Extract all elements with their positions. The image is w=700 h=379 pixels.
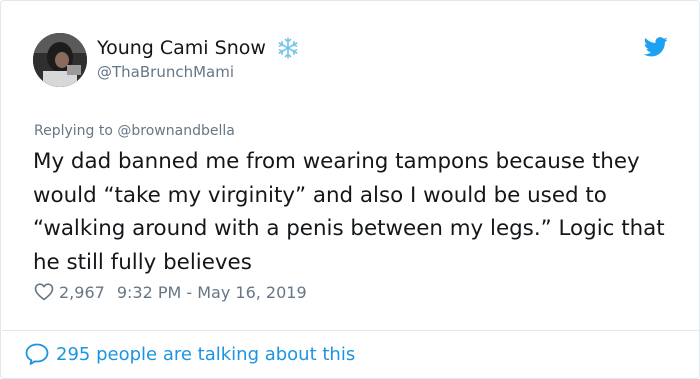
heart-icon[interactable] (34, 282, 54, 302)
twitter-bird-icon[interactable] (643, 37, 668, 57)
tweet-meta: 2,967 9:32 PM - May 16, 2019 (34, 282, 307, 302)
speech-bubble-icon (24, 342, 50, 366)
avatar[interactable] (33, 33, 87, 87)
divider (2, 330, 700, 331)
talking-about-link[interactable]: 295 people are talking about this (24, 342, 355, 366)
timestamp[interactable]: 9:32 PM - May 16, 2019 (117, 283, 307, 302)
replying-to: Replying to @brownandbella (34, 123, 235, 139)
display-name[interactable]: Young Cami Snow (97, 37, 266, 59)
user-handle[interactable]: @ThaBrunchMami (97, 63, 234, 81)
tweet-card: Young Cami Snow @ThaBrunchMami Replying … (0, 0, 700, 379)
like-count[interactable]: 2,967 (59, 283, 105, 302)
replying-to-handle[interactable]: @brownandbella (117, 123, 234, 139)
avatar-image (33, 33, 87, 87)
talking-about-text[interactable]: 295 people are talking about this (56, 344, 355, 365)
replying-prefix: Replying to (34, 123, 113, 139)
tweet-text: My dad banned me from wearing tampons be… (33, 149, 665, 275)
display-name-row[interactable]: Young Cami Snow (97, 35, 300, 61)
snowflake-icon (276, 36, 300, 60)
